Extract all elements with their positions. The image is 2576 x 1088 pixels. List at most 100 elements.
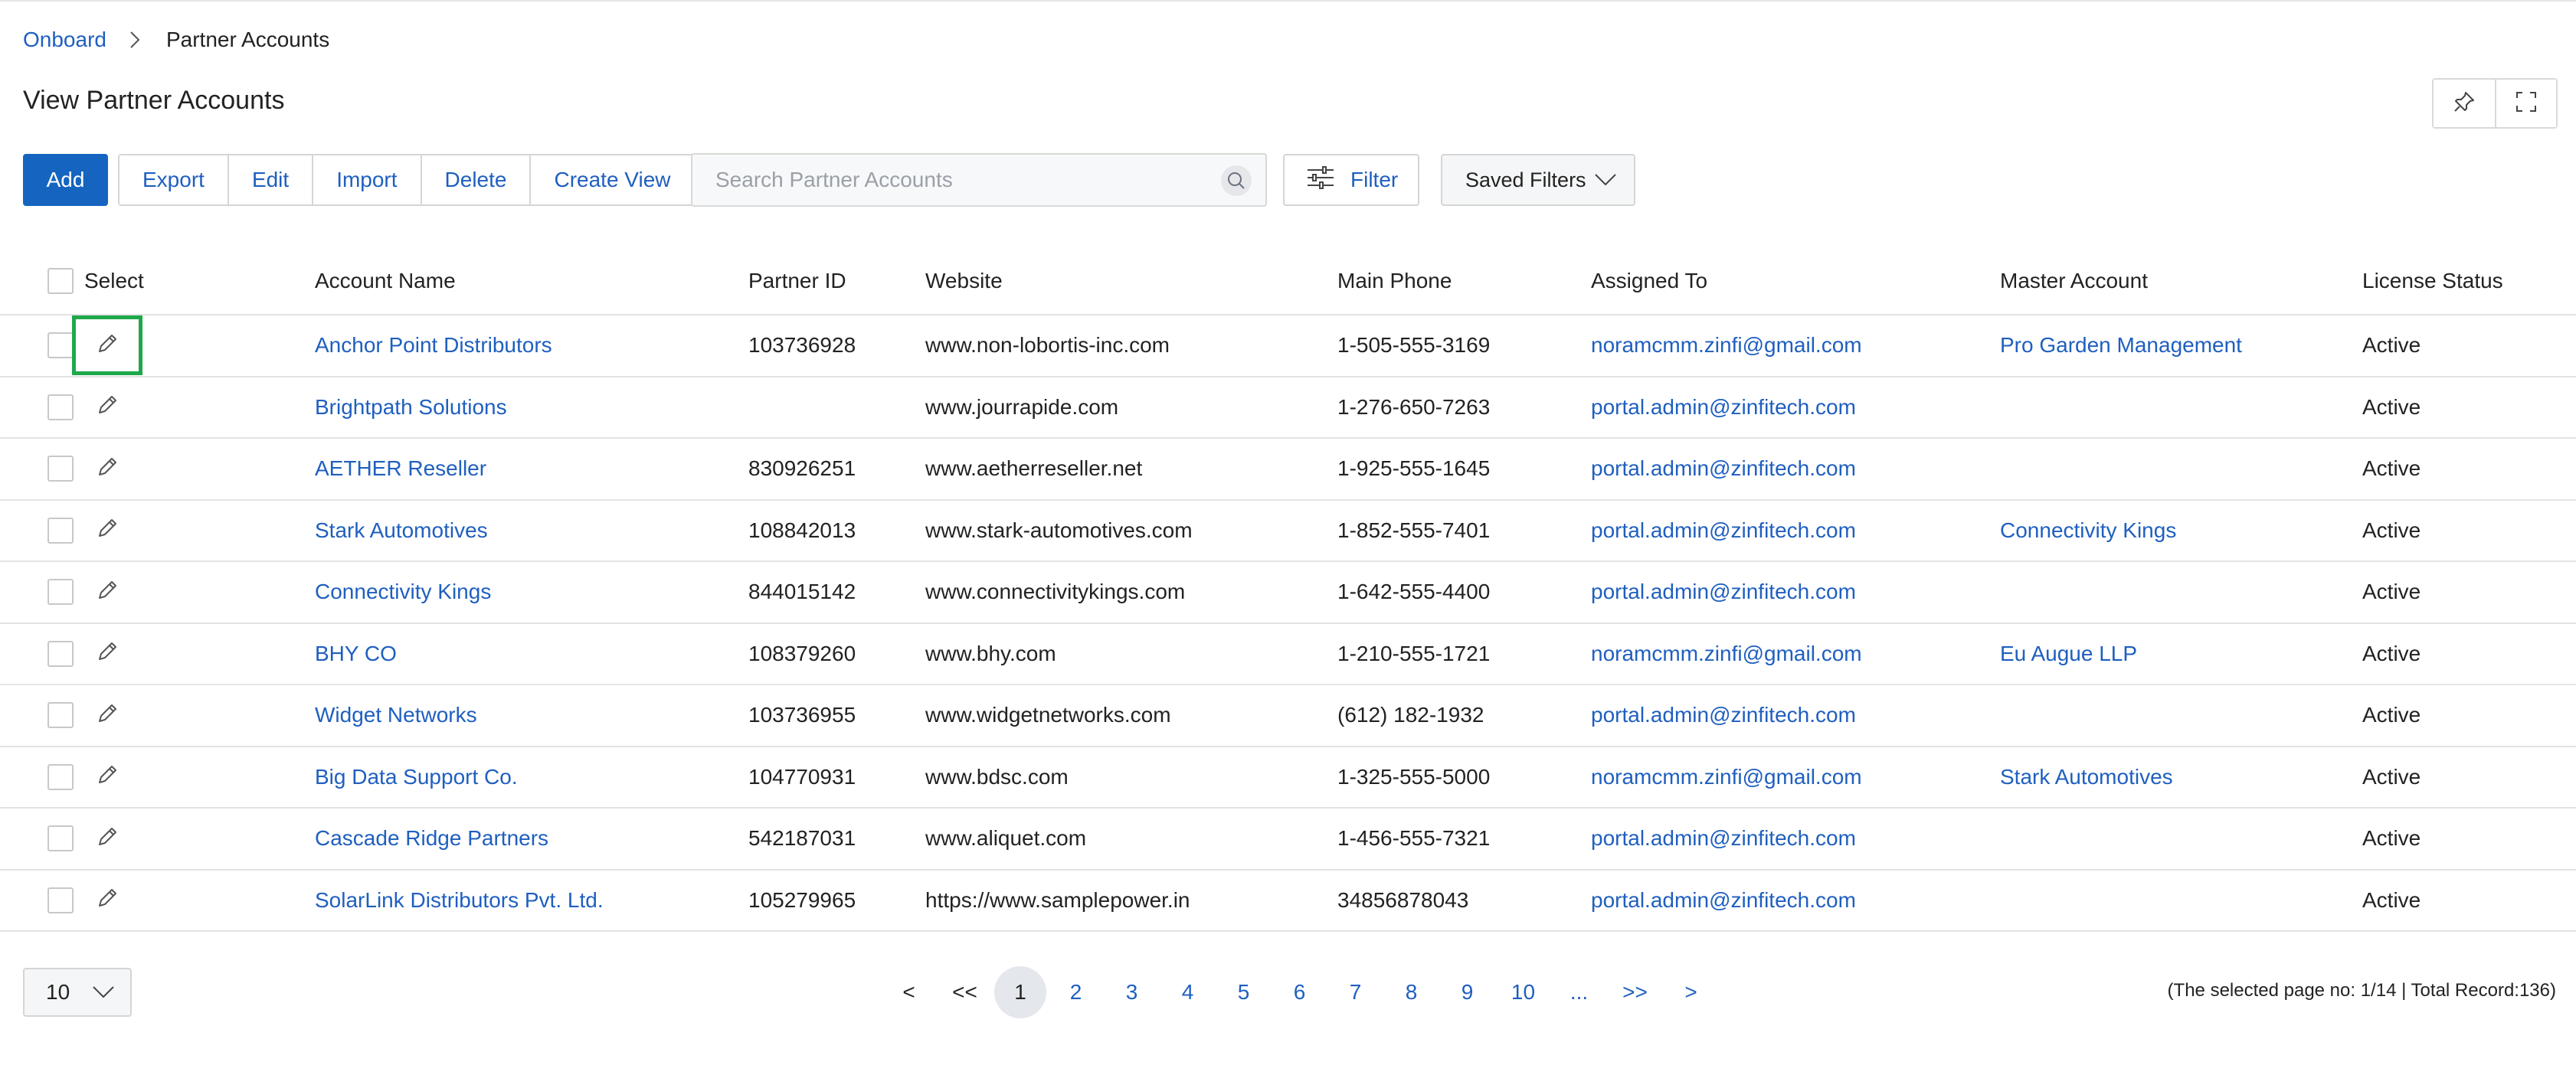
row-checkbox[interactable] <box>47 332 74 358</box>
assigned-to-link[interactable]: noramcmm.zinfi@gmail.com <box>1591 315 1862 375</box>
account-name-link[interactable]: Widget Networks <box>315 685 477 745</box>
master-account-link[interactable]: Stark Automotives <box>2000 747 2173 807</box>
account-name-link[interactable]: Connectivity Kings <box>315 562 491 622</box>
next-page-button[interactable]: > <box>1663 966 1719 1018</box>
row-checkbox[interactable] <box>47 640 74 667</box>
table-row: AETHER Reseller 830926251 www.aetherresell… <box>0 439 2576 501</box>
header-assigned-to[interactable]: Assigned To <box>1591 247 1707 315</box>
edit-row-button[interactable] <box>72 439 142 498</box>
row-checkbox[interactable] <box>47 825 74 851</box>
edit-row-button[interactable] <box>72 562 142 622</box>
assigned-to-link[interactable]: portal.admin@zinfitech.com <box>1591 562 1856 622</box>
edit-row-button[interactable] <box>72 315 142 375</box>
import-button[interactable]: Import <box>312 155 421 204</box>
edit-row-button[interactable] <box>72 747 142 807</box>
page-number-button[interactable]: 5 <box>1216 966 1272 1018</box>
license-status-cell: Active <box>2362 518 2421 542</box>
page-number-button[interactable]: 1 <box>994 966 1046 1018</box>
prev-page-button[interactable]: < <box>881 966 937 1018</box>
assigned-to-link[interactable]: portal.admin@zinfitech.com <box>1591 439 1856 498</box>
main-phone-cell: 1-505-555-3169 <box>1337 333 1491 357</box>
last-page-button[interactable]: >> <box>1607 966 1663 1018</box>
search-input[interactable] <box>715 168 1206 192</box>
first-page-button[interactable]: << <box>937 966 993 1018</box>
edit-row-button[interactable] <box>72 501 142 560</box>
account-name-link[interactable]: SolarLink Distributors Pvt. Ltd. <box>315 871 604 930</box>
page-number-button[interactable]: 3 <box>1104 966 1160 1018</box>
page-number-button[interactable]: 9 <box>1439 966 1495 1018</box>
row-checkbox[interactable] <box>47 456 74 482</box>
account-name-link[interactable]: Brightpath Solutions <box>315 377 507 437</box>
page-size-value: 10 <box>46 980 70 1004</box>
row-select-cell <box>47 747 74 807</box>
row-select-cell <box>47 377 74 437</box>
create-view-button[interactable]: Create View <box>529 155 694 204</box>
header-website[interactable]: Website <box>925 247 1003 315</box>
pin-button[interactable] <box>2434 80 2495 127</box>
header-license-status[interactable]: License Status <box>2362 247 2503 315</box>
account-name-link[interactable]: Big Data Support Co. <box>315 747 518 807</box>
pencil-icon <box>95 393 119 421</box>
row-checkbox[interactable] <box>47 763 74 790</box>
assigned-to-link[interactable]: portal.admin@zinfitech.com <box>1591 501 1856 560</box>
table-row: Brightpath Solutions www.jourrapide.com 1-… <box>0 377 2576 439</box>
header-main-phone[interactable]: Main Phone <box>1337 247 1452 315</box>
account-name-link[interactable]: Stark Automotives <box>315 501 488 560</box>
saved-filters-label: Saved Filters <box>1465 168 1586 191</box>
license-status-cell: Active <box>2362 394 2421 419</box>
assigned-to-link[interactable]: portal.admin@zinfitech.com <box>1591 377 1856 437</box>
page-number-button[interactable]: 7 <box>1327 966 1383 1018</box>
account-name-link[interactable]: Anchor Point Distributors <box>315 315 552 375</box>
page-size-select[interactable]: 10 <box>23 968 132 1017</box>
select-all-checkbox[interactable] <box>47 268 74 294</box>
assigned-to-link[interactable]: portal.admin@zinfitech.com <box>1591 685 1856 745</box>
row-checkbox[interactable] <box>47 579 74 605</box>
assigned-to-link[interactable]: noramcmm.zinfi@gmail.com <box>1591 624 1862 684</box>
main-phone-cell: 1-925-555-1645 <box>1337 456 1491 480</box>
edit-row-button[interactable] <box>72 809 142 868</box>
row-checkbox[interactable] <box>47 394 74 420</box>
header-account-name[interactable]: Account Name <box>315 247 456 315</box>
edit-row-button[interactable] <box>72 685 142 745</box>
website-cell: www.aliquet.com <box>925 826 1087 850</box>
account-name-link[interactable]: BHY CO <box>315 624 397 684</box>
edit-row-button[interactable] <box>72 377 142 437</box>
account-name-link[interactable]: Cascade Ridge Partners <box>315 809 548 868</box>
row-checkbox[interactable] <box>47 517 74 544</box>
filter-label: Filter <box>1350 168 1399 191</box>
master-account-link[interactable]: Connectivity Kings <box>2000 501 2176 560</box>
page-ellipsis[interactable]: ... <box>1551 966 1607 1018</box>
add-button[interactable]: Add <box>23 154 108 206</box>
master-account-link[interactable]: Pro Garden Management <box>2000 315 2242 375</box>
header-master-account[interactable]: Master Account <box>2000 247 2148 315</box>
page-number-button[interactable]: 10 <box>1495 966 1551 1018</box>
delete-button[interactable]: Delete <box>420 155 530 204</box>
assigned-to-link[interactable]: portal.admin@zinfitech.com <box>1591 871 1856 930</box>
edit-button[interactable]: Edit <box>227 155 313 204</box>
saved-filters-dropdown[interactable]: Saved Filters <box>1441 154 1635 206</box>
row-checkbox[interactable] <box>47 702 74 728</box>
chevron-right-icon <box>129 31 146 48</box>
row-checkbox[interactable] <box>47 887 74 913</box>
assigned-to-link[interactable]: noramcmm.zinfi@gmail.com <box>1591 747 1862 807</box>
assigned-to-link[interactable]: portal.admin@zinfitech.com <box>1591 809 1856 868</box>
export-button[interactable]: Export <box>119 155 227 204</box>
master-account-link[interactable]: Eu Augue LLP <box>2000 624 2137 684</box>
main-phone-cell: 1-642-555-4400 <box>1337 580 1491 603</box>
page-number-button[interactable]: 2 <box>1048 966 1104 1018</box>
partner-id-cell: 830926251 <box>748 456 856 480</box>
page-number-button[interactable]: 4 <box>1160 966 1216 1018</box>
page-number-button[interactable]: 6 <box>1272 966 1327 1018</box>
license-status-cell: Active <box>2362 456 2421 480</box>
filter-button[interactable]: Filter <box>1283 154 1419 206</box>
fullscreen-button[interactable] <box>2495 80 2556 127</box>
edit-row-button[interactable] <box>72 624 142 684</box>
header-partner-id[interactable]: Partner ID <box>748 247 846 315</box>
search-icon[interactable] <box>1221 165 1252 196</box>
breadcrumb-onboard-link[interactable]: Onboard <box>23 28 106 52</box>
page-number-button[interactable]: 8 <box>1383 966 1439 1018</box>
license-status-cell: Active <box>2362 764 2421 789</box>
account-name-link[interactable]: AETHER Reseller <box>315 439 486 498</box>
edit-row-button[interactable] <box>72 871 142 930</box>
table-row: BHY CO 108379260 www.bhy.com 1-210-555-1721… <box>0 624 2576 685</box>
